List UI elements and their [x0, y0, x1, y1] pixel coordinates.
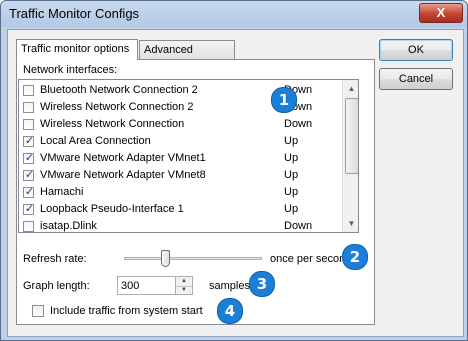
- graph-length-spinner[interactable]: ▲ ▼: [176, 276, 193, 295]
- checkbox[interactable]: ✓: [23, 135, 35, 147]
- dialog-window: Traffic Monitor Configs X Traffic monito…: [0, 0, 468, 341]
- close-icon: X: [436, 5, 446, 20]
- spin-down-icon[interactable]: ▼: [176, 286, 192, 295]
- network-interfaces-label: Network interfaces:: [23, 64, 118, 76]
- include-traffic-checkbox[interactable]: [32, 305, 44, 317]
- list-item[interactable]: ✓ Hamachi Up: [19, 184, 344, 201]
- dialog-client-area: Traffic monitor options Advanced options…: [7, 29, 464, 337]
- network-interfaces-list[interactable]: Bluetooth Network Connection 2 Down Wire…: [18, 79, 359, 233]
- cancel-button[interactable]: Cancel: [379, 68, 453, 90]
- graph-length-input[interactable]: [117, 276, 176, 295]
- checkbox[interactable]: ✓: [23, 169, 35, 181]
- interface-name: Local Area Connection: [40, 135, 151, 147]
- interface-status: Up: [284, 135, 299, 147]
- refresh-rate-slider-thumb[interactable]: [161, 250, 170, 267]
- interface-status: Up: [284, 186, 299, 198]
- interface-name: Bluetooth Network Connection 2: [40, 84, 198, 96]
- checkbox[interactable]: ✓: [23, 186, 35, 198]
- ok-button[interactable]: OK: [379, 39, 453, 61]
- interface-name: isatap.Dlink: [40, 220, 97, 232]
- interface-status: Up: [284, 169, 299, 181]
- scrollbar-thumb[interactable]: [345, 98, 358, 174]
- interface-status: Down: [284, 220, 313, 232]
- interface-name: VMware Network Adapter VMnet1: [40, 152, 206, 164]
- include-traffic-label: Include traffic from system start: [50, 305, 203, 317]
- interface-name: Wireless Network Connection: [40, 118, 185, 130]
- list-item[interactable]: ✓ VMware Network Adapter VMnet1 Up: [19, 150, 344, 167]
- tab-traffic-monitor-options[interactable]: Traffic monitor options: [16, 39, 138, 60]
- checkbox[interactable]: [23, 221, 34, 232]
- list-scrollbar[interactable]: ▲ ▼: [342, 80, 358, 232]
- refresh-rate-label: Refresh rate:: [23, 253, 87, 265]
- title-bar[interactable]: Traffic Monitor Configs X: [1, 1, 467, 27]
- graph-length-unit: samples: [209, 280, 250, 292]
- checkmark-icon: ✓: [24, 135, 35, 147]
- tab-advanced-options[interactable]: Advanced options: [139, 40, 235, 74]
- checkbox[interactable]: ✓: [23, 203, 35, 215]
- interface-name: Loopback Pseudo-Interface 1: [40, 203, 184, 215]
- interface-status: Up: [284, 152, 299, 164]
- scroll-up-icon[interactable]: ▲: [343, 80, 358, 97]
- callout-badge-4: 4: [217, 298, 243, 324]
- list-item[interactable]: Wireless Network Connection Down: [19, 116, 344, 133]
- refresh-rate-slider-track[interactable]: [124, 257, 262, 260]
- interface-name: VMware Network Adapter VMnet8: [40, 169, 206, 181]
- interface-name: Hamachi: [40, 186, 84, 198]
- checkmark-icon: ✓: [24, 186, 35, 198]
- list-item[interactable]: ✓ VMware Network Adapter VMnet8 Up: [19, 167, 344, 184]
- window-title: Traffic Monitor Configs: [9, 6, 140, 21]
- close-button[interactable]: X: [419, 3, 463, 23]
- callout-badge-1: 1: [271, 87, 297, 113]
- interface-status: Up: [284, 203, 299, 215]
- callout-badge-3: 3: [249, 271, 275, 297]
- checkbox[interactable]: [23, 119, 34, 130]
- checkmark-icon: ✓: [24, 152, 35, 164]
- refresh-rate-value: once per second: [270, 253, 352, 265]
- scroll-down-icon[interactable]: ▼: [343, 215, 358, 232]
- tab-label: Traffic monitor options: [21, 43, 130, 55]
- graph-length-label: Graph length:: [23, 280, 90, 292]
- checkbox[interactable]: [23, 85, 34, 96]
- list-item[interactable]: isatap.Dlink Down: [19, 218, 344, 232]
- list-item[interactable]: ✓ Local Area Connection Up: [19, 133, 344, 150]
- interface-status: Down: [284, 118, 313, 130]
- checkmark-icon: ✓: [24, 169, 35, 181]
- list-item[interactable]: ✓ Loopback Pseudo-Interface 1 Up: [19, 201, 344, 218]
- checkbox[interactable]: ✓: [23, 152, 35, 164]
- checkmark-icon: ✓: [24, 203, 35, 215]
- interface-name: Wireless Network Connection 2: [40, 101, 194, 113]
- callout-badge-2: 2: [342, 244, 368, 270]
- checkbox[interactable]: [23, 102, 34, 113]
